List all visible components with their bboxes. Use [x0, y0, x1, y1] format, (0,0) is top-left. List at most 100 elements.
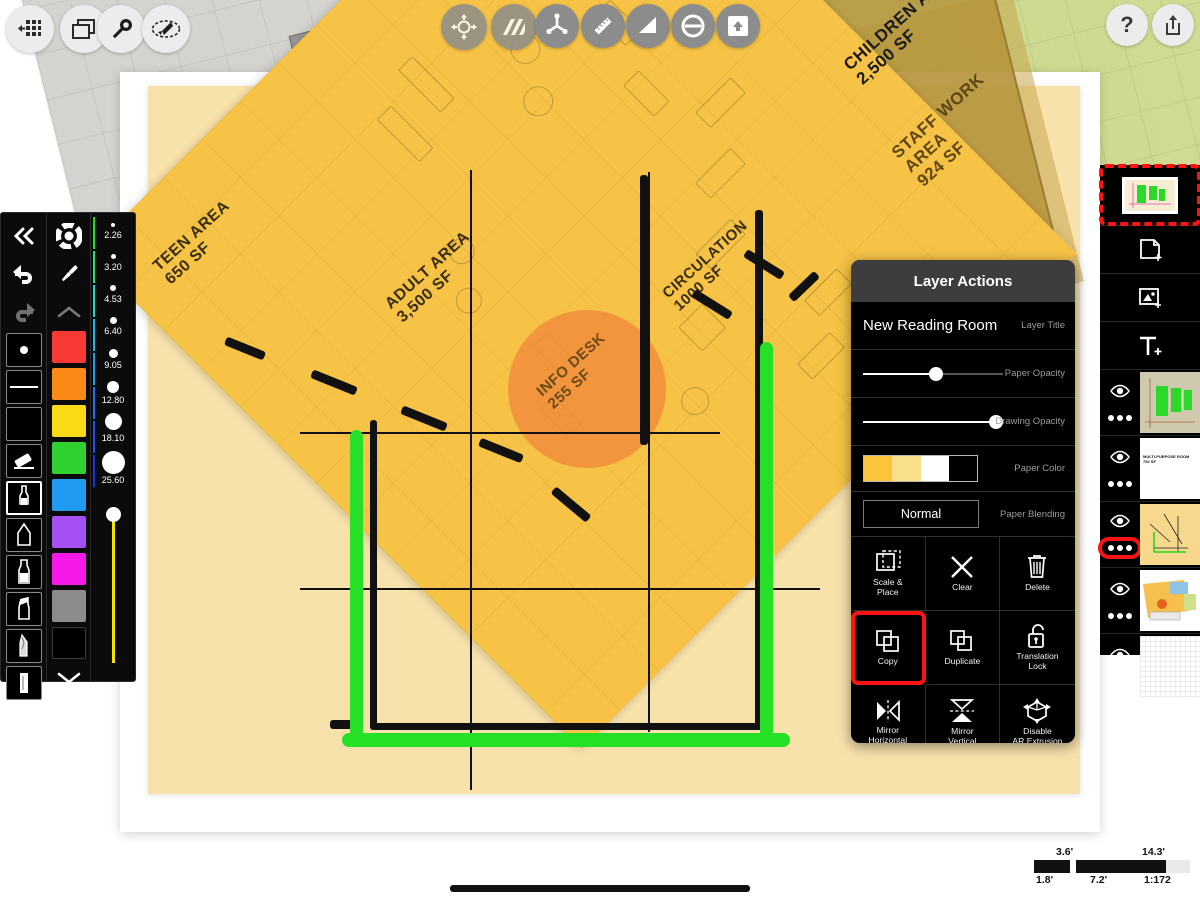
swatch-red[interactable] — [52, 331, 86, 363]
ar-mode-button[interactable] — [142, 5, 190, 53]
selected-layer-thumbnail[interactable] — [1099, 164, 1200, 226]
share-button[interactable] — [1152, 4, 1194, 46]
translation-lock-action[interactable]: Translation Lock — [1000, 611, 1075, 685]
brush-size-dot[interactable] — [110, 285, 116, 291]
layer-thumbnail[interactable] — [1140, 372, 1200, 433]
collapse-palette-button[interactable] — [7, 219, 41, 253]
swatch-blue[interactable] — [52, 479, 86, 511]
undo-button[interactable] — [7, 257, 41, 291]
swatch-black[interactable] — [52, 627, 86, 659]
brush-size-dot[interactable] — [111, 223, 115, 227]
add-paper-button[interactable] — [1100, 225, 1200, 273]
layer-thumbnail[interactable] — [1140, 570, 1200, 631]
drawing-opacity-slider[interactable] — [863, 414, 1003, 429]
slider-knob[interactable] — [928, 366, 943, 381]
layer-title-value[interactable]: New Reading Room — [863, 317, 997, 334]
layers-sidebar[interactable]: MULTI-PURPOSE ROOM 752 SF — [1098, 164, 1200, 697]
clear-action[interactable]: Clear — [925, 537, 1001, 611]
brush-size-dot[interactable] — [102, 451, 125, 474]
hatch-tool-button[interactable] — [491, 4, 537, 50]
settings-button[interactable] — [97, 5, 145, 53]
opacity-slider-track[interactable] — [112, 513, 115, 663]
fine-marker-button[interactable] — [6, 481, 42, 515]
swatch-purple[interactable] — [52, 516, 86, 548]
layer-row[interactable]: MULTI-PURPOSE ROOM 752 SF — [1100, 435, 1200, 501]
dot-tool-button[interactable] — [6, 333, 42, 367]
add-text-button[interactable] — [1100, 321, 1200, 369]
charcoal-button[interactable] — [6, 629, 42, 663]
layer-menu-button[interactable] — [1098, 537, 1142, 560]
brush-size-dot[interactable] — [107, 381, 119, 393]
chisel-marker-button[interactable] — [6, 592, 42, 626]
brush-size-dot[interactable] — [109, 317, 117, 324]
mirror-vertical-action[interactable]: Mirror Vertical — [926, 685, 1001, 743]
paper-color-swatches[interactable] — [863, 455, 978, 482]
eye-visible-icon[interactable] — [1110, 648, 1130, 662]
eye-visible-icon[interactable] — [1110, 514, 1130, 528]
layer-thumbnail[interactable]: MULTI-PURPOSE ROOM 752 SF — [1140, 438, 1200, 499]
ink-stroke — [370, 420, 377, 730]
delete-action[interactable]: Delete — [1000, 537, 1075, 611]
duplicate-action[interactable]: Duplicate — [925, 611, 1001, 685]
paper-blending-value[interactable]: Normal — [863, 500, 979, 528]
color-wheel-button[interactable] — [52, 219, 86, 253]
swatch-orange[interactable] — [52, 368, 86, 400]
layer-menu-button[interactable] — [1108, 415, 1132, 422]
paper-color-light-yellow[interactable] — [892, 456, 921, 481]
opacity-slider-knob[interactable] — [106, 507, 121, 522]
scale-place-action[interactable]: Scale & Place — [851, 537, 926, 611]
redo-button[interactable] — [7, 295, 41, 329]
paper-opacity-slider[interactable] — [863, 366, 1003, 381]
layer-row[interactable] — [1100, 633, 1200, 699]
paper-opacity-row[interactable]: Paper Opacity — [851, 350, 1075, 398]
swatch-green[interactable] — [52, 442, 86, 474]
add-image-button[interactable] — [1100, 273, 1200, 321]
paper-color-white[interactable] — [920, 456, 949, 481]
paper-color-amber[interactable] — [864, 456, 893, 481]
eye-visible-icon[interactable] — [1110, 450, 1130, 464]
line-tool-button[interactable] — [6, 370, 42, 404]
triangle-tool-button[interactable] — [626, 4, 670, 48]
swatch-magenta[interactable] — [52, 553, 86, 585]
gallery-grid-button[interactable] — [6, 5, 54, 53]
pencil-button[interactable] — [6, 518, 42, 552]
brush-size-dot[interactable] — [110, 254, 116, 259]
layer-row[interactable] — [1098, 501, 1200, 567]
eye-visible-icon[interactable] — [1110, 582, 1130, 596]
mirror-horizontal-action[interactable]: Mirror Horizontal — [851, 685, 926, 743]
scroll-up-button[interactable] — [52, 295, 86, 329]
brush-size-dot[interactable] — [108, 349, 118, 358]
eyedropper-button[interactable] — [52, 257, 86, 291]
left-tool-palette[interactable]: 2.26 3.20 4.53 6.40 9.05 12.80 18.10 25.… — [0, 212, 136, 700]
layer-menu-button[interactable] — [1108, 481, 1132, 488]
brush-size-dot[interactable] — [105, 413, 122, 430]
layer-thumbnail[interactable] — [1140, 504, 1200, 565]
disable-ar-extrusion-action[interactable]: Disable AR Extrusion — [1000, 685, 1075, 743]
ellipse-tool-button[interactable] — [671, 4, 715, 48]
layer-actions-panel[interactable]: Layer Actions New Reading Room Layer Tit… — [851, 260, 1075, 743]
layer-menu-button[interactable] — [1108, 679, 1132, 686]
eraser-tool-button[interactable] — [6, 444, 42, 478]
paper-blending-row[interactable]: Normal Paper Blending — [851, 492, 1075, 537]
layer-row[interactable] — [1100, 369, 1200, 435]
layer-menu-button[interactable] — [1108, 613, 1132, 620]
swatch-yellow[interactable] — [52, 405, 86, 437]
ruler-tool-button[interactable] — [581, 4, 625, 48]
eye-visible-icon[interactable] — [1110, 384, 1130, 398]
layer-title-row[interactable]: New Reading Room Layer Title — [851, 302, 1075, 350]
fill-tool-button[interactable] — [6, 407, 42, 441]
import-image-button[interactable] — [716, 4, 760, 48]
drawing-opacity-row[interactable]: Drawing Opacity — [851, 398, 1075, 446]
layer-row[interactable] — [1100, 567, 1200, 633]
paper-color-row[interactable]: Paper Color — [851, 446, 1075, 492]
help-button[interactable]: ? — [1106, 4, 1148, 46]
scroll-down-button[interactable] — [52, 661, 86, 695]
axis-snap-tool-button[interactable] — [535, 4, 579, 48]
white-marker-button[interactable] — [6, 666, 42, 700]
move-tool-button[interactable] — [441, 4, 487, 50]
swatch-grey[interactable] — [52, 590, 86, 622]
copy-action[interactable]: Copy — [851, 611, 926, 685]
brush-pen-button[interactable] — [6, 555, 42, 589]
paper-color-black[interactable] — [948, 456, 977, 481]
layer-thumbnail[interactable] — [1140, 636, 1200, 697]
